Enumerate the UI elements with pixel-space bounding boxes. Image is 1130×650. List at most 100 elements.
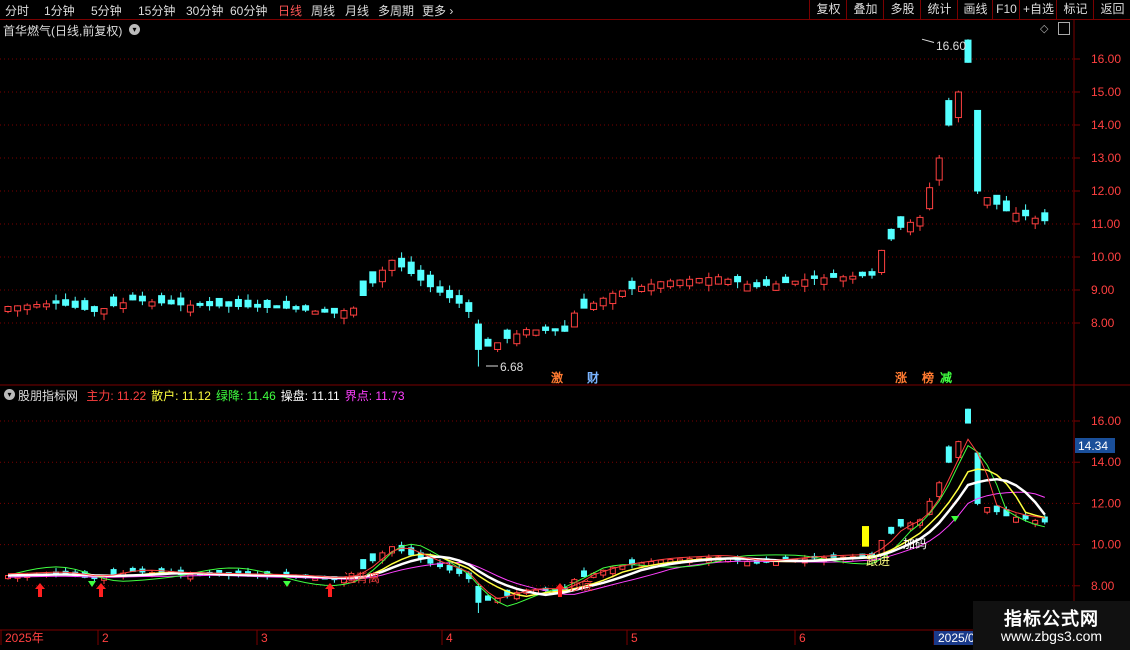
y-tick-label: 10.00 [1091, 250, 1121, 264]
y-tick-label: 14.00 [1091, 455, 1121, 469]
indicator-annotation: 跟进 [866, 554, 890, 568]
candle-body [311, 310, 319, 315]
candle-body [369, 271, 377, 284]
candle-body [33, 304, 41, 308]
candle-body [455, 295, 463, 304]
candle-body [177, 297, 185, 306]
kline-chart[interactable]: 16.00 15.00 14.00 13.00 12.00 11.00 10.00 9.00 8… [0, 0, 1130, 650]
candle-body [446, 289, 454, 299]
candle-body [878, 249, 886, 274]
indicator-annotation: 追背离 [344, 570, 380, 585]
candle-body [359, 280, 367, 297]
candle-body [23, 304, 31, 311]
y-tick-label: 12.00 [1091, 184, 1121, 198]
candle-body [974, 109, 982, 192]
candle-body [551, 328, 559, 332]
candle-body [465, 302, 473, 312]
candle-body [772, 283, 780, 291]
candle-body [436, 286, 444, 293]
candle-body [810, 275, 818, 279]
candle-body [570, 312, 578, 328]
candle-body [474, 323, 482, 350]
candle-body [513, 333, 521, 345]
y-tick-label: 11.00 [1091, 217, 1120, 231]
candle-body [167, 299, 175, 305]
candle-body [676, 279, 684, 287]
y-tick-label: 8.00 [1091, 579, 1115, 593]
candle-body [340, 310, 348, 319]
candle-body [148, 301, 156, 307]
candle-body [350, 307, 358, 316]
candle-body [302, 305, 310, 311]
candle-body [935, 157, 943, 181]
candle-body [993, 194, 1001, 205]
candle-body [695, 277, 703, 284]
candle-body [657, 281, 665, 289]
candle-body [360, 559, 367, 570]
candle-body [954, 91, 962, 119]
candle-body [321, 308, 329, 313]
candle-body [830, 273, 838, 278]
sell-arrow-icon [951, 516, 959, 522]
candle-body [858, 271, 866, 277]
candle-body [1022, 514, 1029, 520]
candle-body [234, 299, 242, 308]
y-tick-label: 13.00 [1091, 151, 1121, 165]
candle-body [734, 276, 742, 283]
candle-body [186, 304, 194, 313]
candle-body [1012, 212, 1020, 222]
candle-body [52, 300, 60, 304]
candle-body [993, 505, 1000, 513]
candle-body [282, 300, 290, 309]
candle-body [100, 308, 108, 315]
x-tick-label: 4 [446, 631, 453, 645]
event-marker: 财 [586, 370, 599, 385]
buy-arrow-icon [35, 583, 45, 597]
candle-body [263, 299, 271, 308]
event-marker: 减 [940, 370, 952, 385]
candle-body [888, 526, 895, 534]
candle-body [1022, 209, 1030, 217]
y-tick-label: 8.00 [1091, 316, 1115, 330]
y-tick-label: 12.00 [1091, 496, 1121, 510]
candle-body [599, 297, 607, 307]
candle-body [762, 279, 770, 286]
watermark-line2: www.zbgs3.com [1000, 628, 1103, 644]
candle-body [590, 302, 598, 310]
candle-body [417, 269, 425, 281]
x-tick-label: 2025/0 [938, 631, 975, 645]
candle-body [1002, 200, 1010, 212]
candle-body [945, 446, 952, 463]
candle-body [196, 302, 204, 306]
candle-body [647, 283, 655, 292]
candle-body [926, 187, 934, 210]
candle-body [542, 326, 550, 331]
signal-bar [862, 526, 869, 547]
candle-body [724, 278, 732, 285]
candle-body [753, 282, 761, 288]
y-tick-label: 16.00 [1091, 414, 1121, 428]
candle-body [638, 285, 646, 293]
candle-body [494, 342, 502, 350]
candle-body [916, 216, 924, 227]
candle-body [407, 261, 415, 274]
sell-arrow-icon [88, 581, 96, 587]
candle-body [254, 303, 262, 308]
candle-body [839, 276, 847, 282]
x-tick-label: 6 [799, 631, 806, 645]
candle-body [791, 280, 799, 285]
candle-body [484, 338, 492, 347]
candle-body [581, 570, 587, 578]
candle-body [983, 197, 991, 206]
candle-body [42, 303, 50, 308]
event-marker: 涨 [895, 370, 907, 385]
candle-body [522, 329, 530, 336]
candle-body [628, 280, 636, 290]
candle-body [686, 278, 694, 287]
candle-body [1013, 516, 1019, 523]
candle-body [1031, 217, 1039, 225]
candle-body [426, 274, 434, 288]
candle-body [330, 307, 338, 314]
event-marker: 榜 [922, 370, 934, 385]
indicator-annotation: 抄底 [569, 578, 593, 593]
